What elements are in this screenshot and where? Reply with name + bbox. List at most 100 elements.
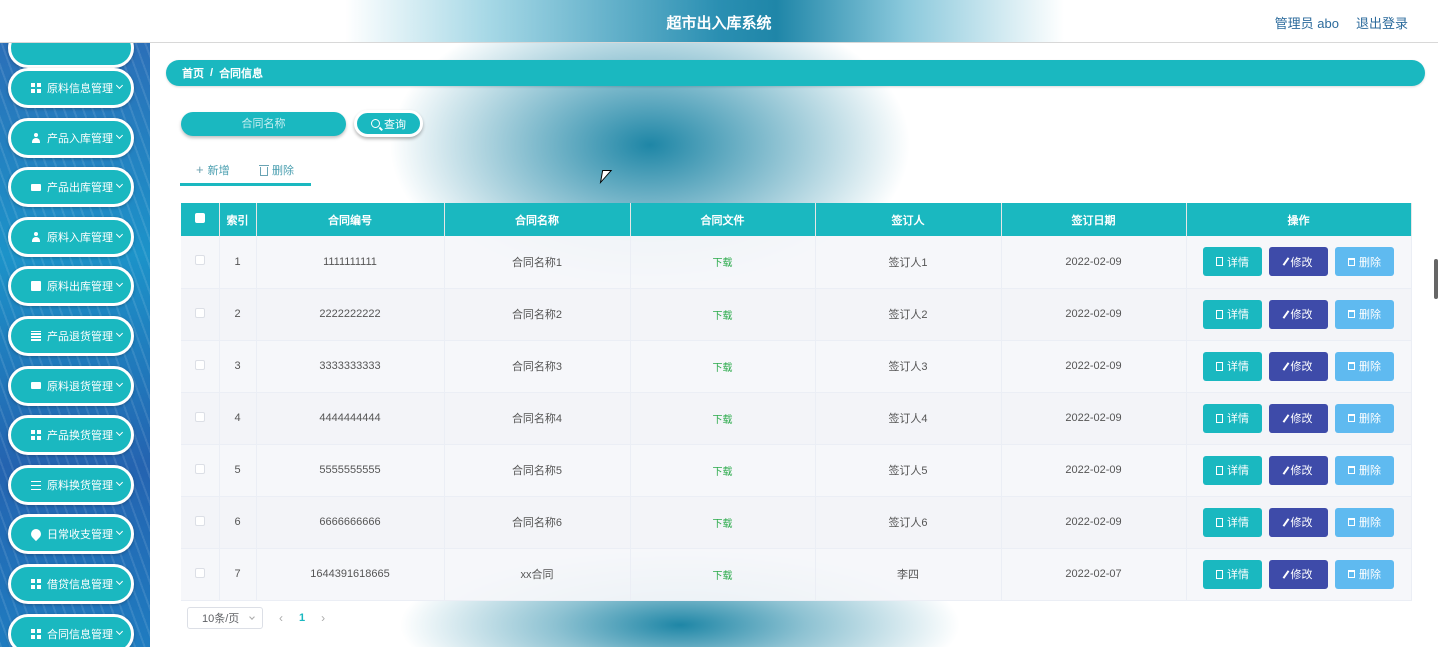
select-all-checkbox[interactable] [194,213,205,223]
sidebar-item-partial[interactable] [8,43,134,68]
sidebar-item[interactable]: 原料信息管理 [8,68,134,108]
delete-button[interactable]: 删除 [1335,403,1394,433]
sidebar-item[interactable]: 原料换货管理 [8,464,134,505]
next-page-button[interactable]: › [315,611,331,625]
column-header: 签订人 [815,203,1002,236]
table-row: 6 6666666666 合同名称6 下载 签订人6 2022-02-09 详情 修改 删除 [181,496,1412,549]
prev-page-button[interactable]: ‹ [273,611,289,625]
edit-icon [1282,465,1289,475]
edit-button[interactable]: 修改 [1269,351,1328,381]
edit-button[interactable]: 修改 [1269,507,1328,537]
delete-button-label: 删除 [1359,517,1381,529]
sign-date-cell: 2022-02-09 [1001,288,1187,341]
detail-button[interactable]: 详情 [1203,507,1262,537]
sign-date-cell: 2022-02-07 [1001,548,1187,601]
download-link[interactable]: 下载 [713,311,733,322]
logout-link[interactable]: 退出登录 [1356,13,1408,32]
edit-button[interactable]: 修改 [1269,247,1328,277]
contract-name-cell: 合同名称2 [444,288,631,341]
delete-button[interactable]: 删除 [1335,455,1394,485]
row-checkbox[interactable] [194,411,205,422]
scrollbar-handle[interactable] [1434,259,1438,299]
sidebar-item[interactable]: 产品出库管理 [8,167,134,208]
delete-button[interactable]: 删除 [1335,247,1394,277]
sidebar-item[interactable]: 借贷信息管理 [8,564,134,604]
row-checkbox[interactable] [194,359,205,370]
row-checkbox[interactable] [194,567,205,578]
contract-number-cell: 4444444444 [256,392,445,445]
trash-icon [1348,570,1355,578]
detail-button[interactable]: 详情 [1203,559,1262,589]
edit-button[interactable]: 修改 [1269,299,1328,329]
grid-icon [31,579,41,589]
row-select-cell[interactable] [181,340,220,393]
sidebar-item[interactable]: 产品入库管理 [8,117,134,158]
delete-button[interactable]: 删除 [1335,559,1394,589]
trash-icon [1348,414,1355,422]
detail-button[interactable]: 详情 [1203,403,1262,433]
header-user-area: 管理员 abo 退出登录 [1275,13,1408,32]
document-icon [1216,569,1223,579]
row-select-cell[interactable] [181,496,220,549]
sidebar-item[interactable]: 原料出库管理 [8,266,134,307]
detail-button[interactable]: 详情 [1203,299,1262,329]
sign-date-cell: 2022-02-09 [1001,392,1187,445]
contract-table: 索引 合同编号 合同名称 合同文件 签订人 签订日期 操作 1 111111111… [181,203,1412,601]
batch-delete-button[interactable]: 删除 [259,162,294,178]
sidebar-item[interactable]: 原料入库管理 [8,216,134,257]
signer-cell: 签订人1 [815,236,1002,289]
sidebar-item[interactable]: 原料退货管理 [8,365,134,406]
row-select-cell[interactable] [181,236,220,289]
delete-button[interactable]: 删除 [1335,299,1394,329]
download-link[interactable]: 下载 [713,415,733,426]
delete-button[interactable]: 删除 [1335,351,1394,381]
search-button[interactable]: 查询 [354,110,423,137]
table-row: 3 3333333333 合同名称3 下载 签订人3 2022-02-09 详情 修改 删除 [181,340,1412,393]
row-select-cell[interactable] [181,444,220,497]
row-select-cell[interactable] [181,288,220,341]
detail-button[interactable]: 详情 [1203,455,1262,485]
page-number-current[interactable]: 1 [299,612,305,624]
row-checkbox[interactable] [194,463,205,474]
sidebar-item[interactable]: 产品退货管理 [8,316,134,356]
row-select-cell[interactable] [181,548,220,601]
row-checkbox[interactable] [194,255,205,266]
sidebar-item[interactable]: 产品换货管理 [8,415,134,456]
contract-file-cell: 下载 [630,236,816,289]
row-checkbox[interactable] [194,307,205,318]
add-button[interactable]: + 新增 [196,162,230,178]
select-all-cell[interactable] [181,203,220,236]
contract-name-search-input[interactable] [181,112,346,136]
chevron-down-icon [115,181,124,189]
detail-button[interactable]: 详情 [1203,351,1262,381]
app-title: 超市出入库系统 [666,15,772,32]
sidebar-item[interactable]: 合同信息管理 [8,613,134,647]
edit-button[interactable]: 修改 [1269,559,1328,589]
signer-cell: 签订人2 [815,288,1002,341]
page-size-select[interactable]: 10条/页 [187,607,263,629]
edit-icon [1282,309,1289,319]
download-link[interactable]: 下载 [713,363,733,374]
detail-button-label: 详情 [1227,361,1249,373]
contract-number-cell: 1111111111 [256,236,445,289]
edit-button[interactable]: 修改 [1269,455,1328,485]
row-checkbox[interactable] [194,515,205,526]
download-link[interactable]: 下载 [713,571,733,582]
contract-file-cell: 下载 [630,340,816,393]
detail-button[interactable]: 详情 [1203,247,1262,277]
sidebar-item-label: 产品退货管理 [47,331,113,343]
column-header: 合同编号 [256,203,445,236]
mouse-cursor [599,170,613,184]
sidebar-item-label: 日常收支管理 [47,529,113,542]
sidebar-item-label: 产品换货管理 [47,430,113,443]
download-link[interactable]: 下载 [713,258,733,269]
download-link[interactable]: 下载 [713,467,733,478]
row-select-cell[interactable] [181,392,220,445]
download-link[interactable]: 下载 [713,519,733,530]
sidebar[interactable]: 原料信息管理 产品入库管理 产品出库管理 原料入库管理原料出库管理 产品退货管理原料退货… [0,43,150,647]
edit-button[interactable]: 修改 [1269,403,1328,433]
breadcrumb-home[interactable]: 首页 [182,65,204,81]
delete-button[interactable]: 删除 [1335,507,1394,537]
sidebar-item[interactable]: 日常收支管理 [8,514,134,555]
sidebar-item-label: 原料出库管理 [47,281,113,294]
